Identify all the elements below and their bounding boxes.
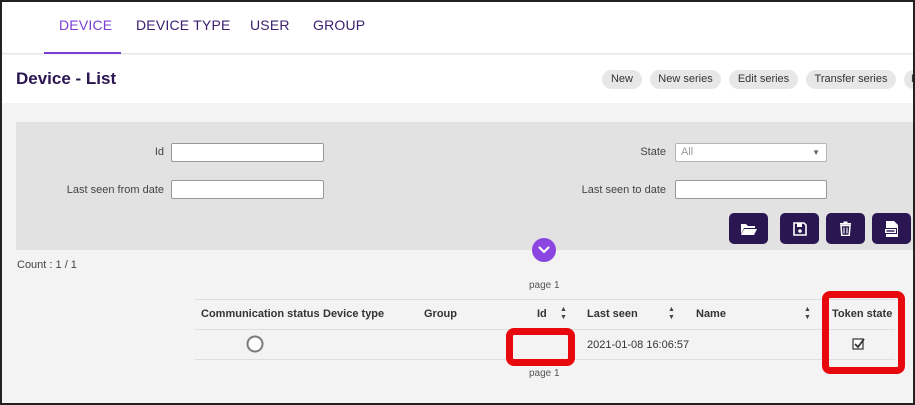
- page-header: Device - List New New series Edit series…: [2, 55, 913, 103]
- last-seen-from-label: Last seen from date: [66, 184, 164, 196]
- transfer-series-button[interactable]: Transfer series: [806, 70, 896, 89]
- export-csv-button[interactable]: [872, 213, 911, 244]
- sort-last-seen-icon[interactable]: ▲ ▼: [668, 306, 675, 322]
- col-device-type[interactable]: Device type: [323, 308, 384, 320]
- tab-device[interactable]: DEVICE: [59, 17, 112, 33]
- col-last-seen[interactable]: Last seen: [587, 308, 638, 320]
- sort-name-icon[interactable]: ▲ ▼: [804, 306, 811, 322]
- table-header-top-border: [195, 299, 895, 300]
- last-seen-to-input[interactable]: [675, 180, 827, 199]
- state-filter-label: State: [640, 146, 666, 158]
- page-title: Device - List: [16, 69, 117, 88]
- col-name[interactable]: Name: [696, 308, 726, 320]
- sort-id-icon[interactable]: ▲ ▼: [560, 306, 567, 322]
- id-filter-input[interactable]: [171, 143, 324, 162]
- cell-last-seen: 2021-01-08 16:06:57: [587, 339, 690, 351]
- folder-open-icon: [740, 223, 757, 235]
- delete-button[interactable]: [826, 213, 865, 244]
- chevron-down-icon: ▼: [812, 148, 820, 157]
- save-button[interactable]: [780, 213, 819, 244]
- trash-icon: [840, 221, 851, 236]
- new-button[interactable]: New: [602, 70, 642, 89]
- result-count: Count : 1 / 1: [17, 259, 77, 271]
- chevron-down-icon: [538, 246, 550, 254]
- tab-user[interactable]: USER: [250, 17, 290, 33]
- col-id[interactable]: Id: [537, 308, 547, 320]
- col-communication-status: Communication status: [201, 308, 320, 320]
- page-indicator-bottom: page 1: [529, 368, 560, 379]
- app-frame: DEVICE DEVICE TYPE USER GROUP Device - L…: [0, 0, 915, 405]
- highlight-id-cell: [506, 328, 575, 366]
- last-seen-from-input[interactable]: [171, 180, 324, 199]
- last-seen-to-label: Last seen to date: [581, 184, 666, 196]
- new-series-button[interactable]: New series: [650, 70, 721, 89]
- state-select-value: All: [681, 146, 694, 158]
- state-select[interactable]: All ▼: [675, 143, 827, 162]
- open-button[interactable]: [729, 213, 768, 244]
- col-group[interactable]: Group: [424, 308, 457, 320]
- tab-group[interactable]: GROUP: [313, 17, 365, 33]
- highlight-token-state: [822, 291, 905, 374]
- expand-filters-button[interactable]: [532, 238, 556, 262]
- page-indicator-top: page 1: [529, 280, 560, 291]
- edit-series-button[interactable]: Edit series: [729, 70, 798, 89]
- top-navigation: DEVICE DEVICE TYPE USER GROUP: [2, 2, 913, 54]
- csv-icon: [883, 220, 898, 237]
- save-icon: [792, 221, 807, 236]
- id-filter-label: Id: [154, 146, 164, 158]
- truncated-header-button[interactable]: P: [904, 70, 913, 89]
- status-circle-icon: [246, 335, 264, 353]
- tab-device-type[interactable]: DEVICE TYPE: [136, 17, 231, 33]
- active-tab-indicator: [44, 52, 121, 54]
